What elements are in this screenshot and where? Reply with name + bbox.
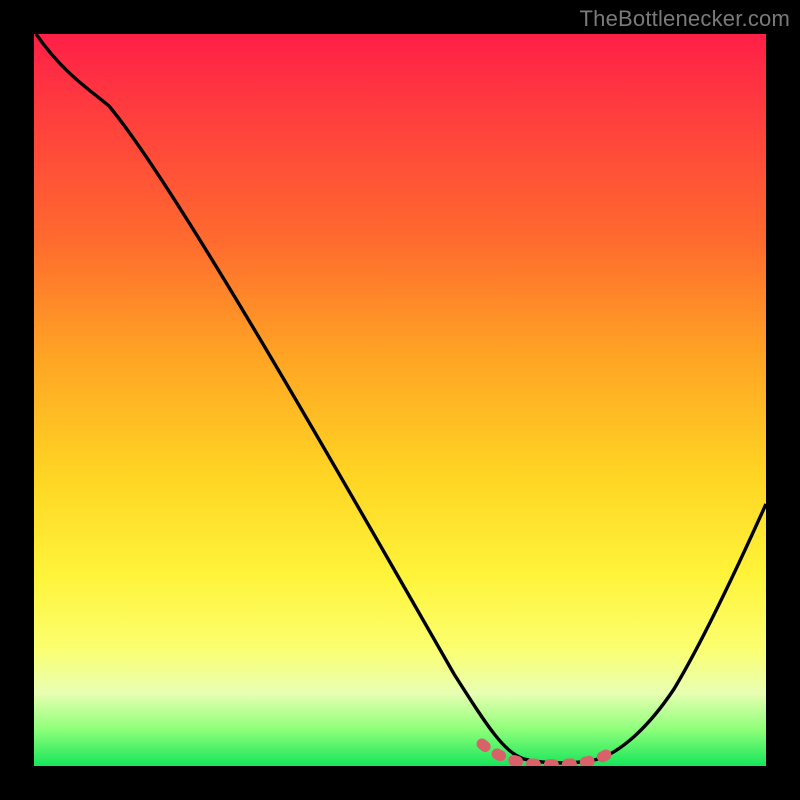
curve-path [36, 34, 766, 763]
bottleneck-curve [34, 34, 766, 766]
valley-marker [482, 744, 614, 765]
plot-area [34, 34, 766, 766]
chart-frame: TheBottlenecker.com [0, 0, 800, 800]
watermark-text: TheBottlenecker.com [580, 6, 790, 32]
